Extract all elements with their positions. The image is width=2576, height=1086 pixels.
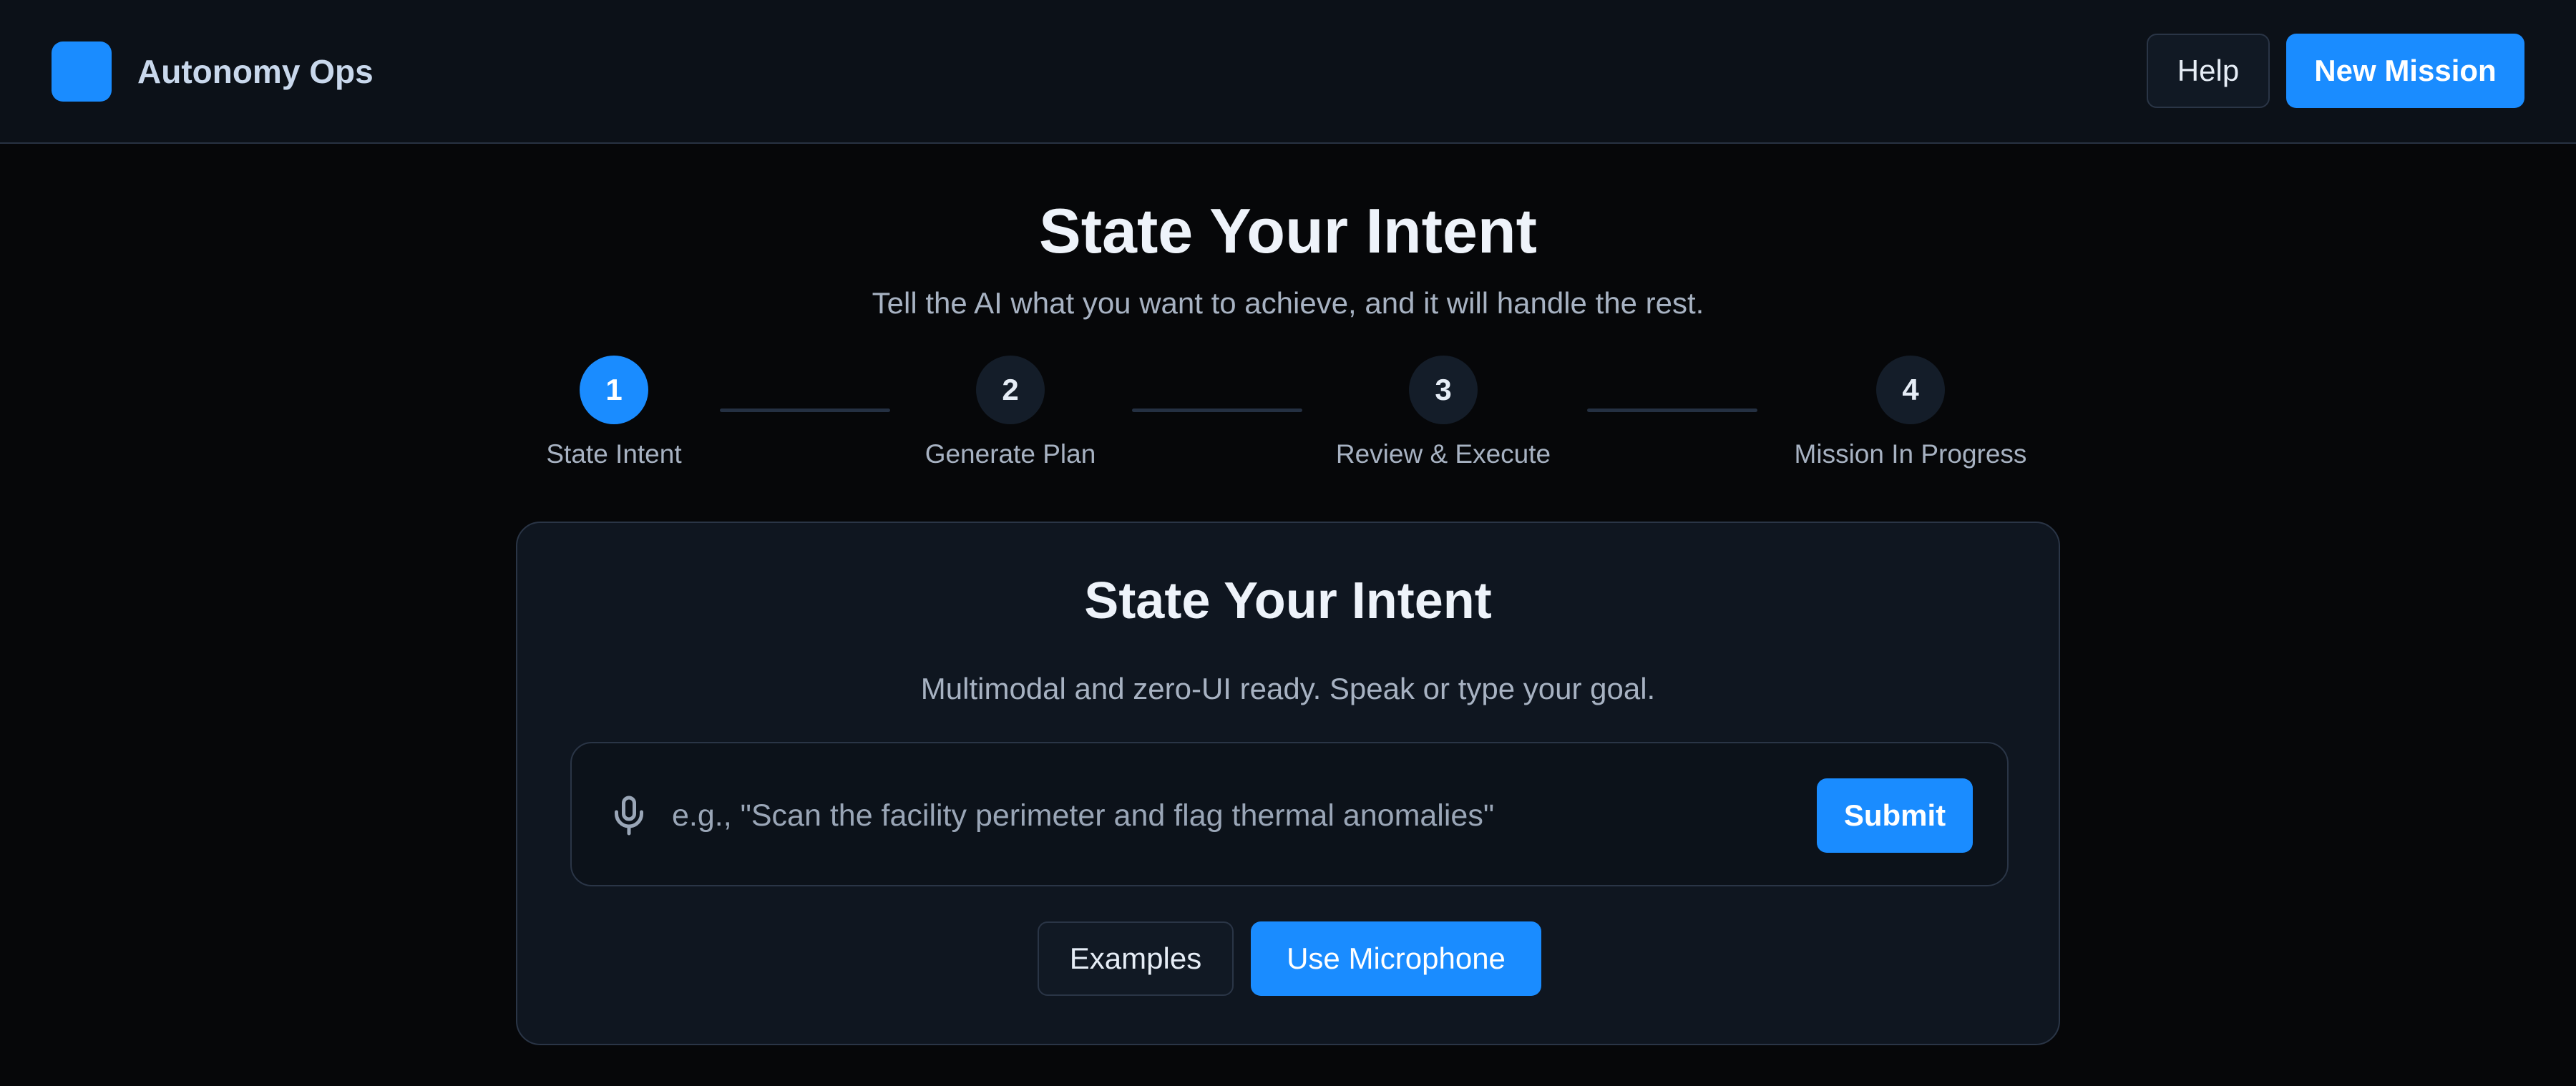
- step-4-indicator: 4: [1876, 356, 1945, 424]
- step-connector: [1587, 409, 1757, 412]
- step-connector: [1132, 409, 1302, 412]
- intent-input[interactable]: [672, 786, 1745, 845]
- card-subtitle: Multimodal and zero-UI ready. Speak or t…: [920, 672, 1656, 705]
- step-2-indicator: 2: [976, 356, 1045, 424]
- page-title: State Your Intent: [1039, 195, 1537, 266]
- card-title: State Your Intent: [1084, 572, 1492, 630]
- examples-button[interactable]: Examples: [1038, 921, 1234, 996]
- intent-card: State Your Intent Multimodal and zero-UI…: [516, 522, 2060, 1045]
- use-microphone-button[interactable]: Use Microphone: [1251, 921, 1541, 996]
- microphone-icon[interactable]: [608, 793, 650, 838]
- top-bar: Autonomy Ops Help New Mission: [0, 0, 2576, 144]
- page-subtitle: Tell the AI what you want to achieve, an…: [872, 286, 1704, 320]
- step-1-label: State Intent: [546, 439, 682, 469]
- step-4-label: Mission In Progress: [1794, 439, 2027, 469]
- intent-input-container: Submit: [570, 742, 2009, 886]
- submit-button[interactable]: Submit: [1817, 778, 1973, 853]
- step-2-label: Generate Plan: [924, 439, 1096, 469]
- app-title: Autonomy Ops: [137, 53, 374, 90]
- help-button[interactable]: Help: [2147, 34, 2270, 108]
- step-1-indicator: 1: [580, 356, 648, 424]
- app-logo[interactable]: [52, 41, 112, 102]
- step-3-label: Review & Execute: [1335, 439, 1551, 469]
- step-connector: [720, 409, 890, 412]
- step-3-indicator: 3: [1409, 356, 1478, 424]
- new-mission-button[interactable]: New Mission: [2286, 34, 2524, 108]
